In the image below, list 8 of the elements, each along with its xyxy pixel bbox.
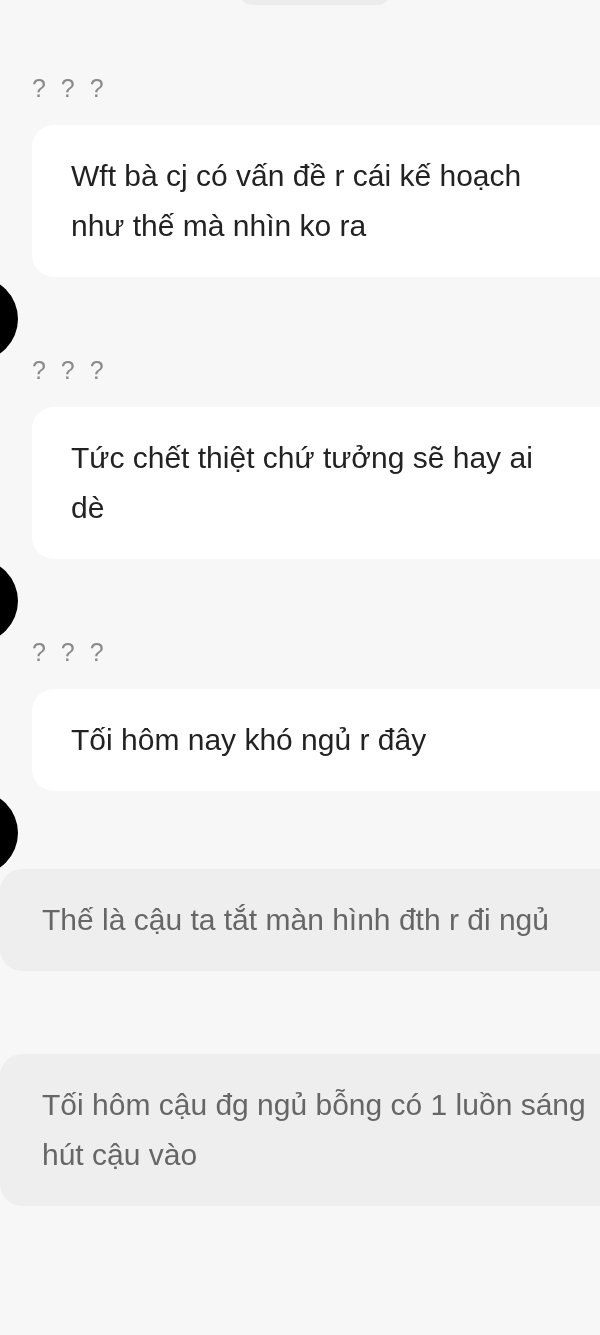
sender-name: ? ? ? (32, 637, 108, 667)
message-text: Wft bà cj có vấn đề r cái kế hoạch như thế mà nhìn ko ra (71, 158, 523, 244)
narration-text: Tối hôm cậu đg ngủ bỗng có 1 luồn sáng hút cậu vào (42, 1087, 587, 1173)
narration-text: Thế là cậu ta tắt màn hình đth r đi ngủ (42, 902, 550, 938)
message-text: Tối hôm nay khó ngủ r đây (71, 722, 428, 758)
message-text: Tức chết thiệt chứ tưởng sẽ hay ai dè (71, 440, 534, 526)
sender-name: ? ? ? (32, 355, 108, 385)
sender-name: ? ? ? (32, 73, 108, 103)
